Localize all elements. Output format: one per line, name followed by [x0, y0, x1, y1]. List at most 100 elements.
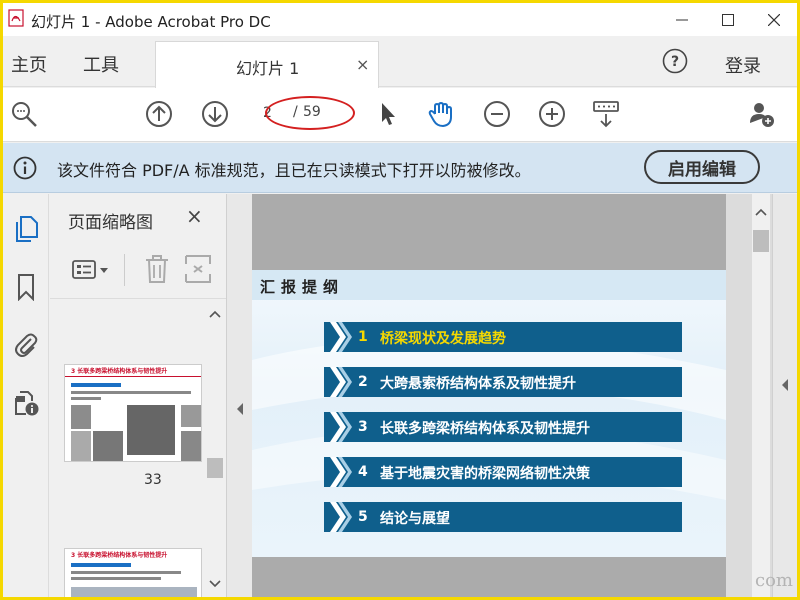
- enable-edit-button[interactable]: 启用编辑: [644, 150, 760, 184]
- outline-item-label: 长联多跨梁桥结构体系及韧性提升: [380, 421, 590, 437]
- chevron-up-icon[interactable]: [209, 310, 221, 318]
- close-icon: [768, 13, 780, 26]
- thumb-line: [71, 397, 101, 400]
- outline-item-number: 3: [358, 419, 368, 435]
- previous-page-button[interactable]: [144, 99, 174, 129]
- left-rail: [3, 194, 49, 597]
- copy-pages-icon: [16, 216, 38, 242]
- hand-icon: [428, 101, 452, 128]
- chevron-right-icon: [330, 502, 352, 532]
- chevron-right-icon: [330, 412, 352, 442]
- thumbnail-tools: [66, 250, 216, 290]
- chevron-up-icon[interactable]: [755, 208, 767, 216]
- hand-tool-button[interactable]: [426, 99, 456, 129]
- next-page-region: [252, 557, 726, 597]
- thumb-line: [71, 563, 131, 567]
- outline-item-2: 2 大跨悬索桥结构体系及韧性提升: [324, 367, 682, 397]
- outline-item-label: 结论与展望: [380, 511, 450, 527]
- previous-page-region: [252, 194, 726, 270]
- thumb-header-text: 3 长联多跨梁桥结构体系与韧性提升: [71, 368, 168, 375]
- minimize-button[interactable]: [659, 3, 705, 36]
- add-user-icon: [750, 103, 774, 127]
- watermark-text: com: [755, 570, 793, 591]
- chevron-right-icon: [330, 322, 352, 352]
- trash-icon[interactable]: [144, 254, 170, 284]
- zoom-in-button[interactable]: [537, 99, 567, 129]
- document-view: 汇报提纲 1 桥梁现状及发展趋势 2 大跨悬索桥结构体系及韧性提升 3 长联多跨…: [252, 194, 797, 597]
- outline-item-number: 5: [358, 509, 368, 525]
- outline-item-3: 3 长联多跨梁桥结构体系及韧性提升: [324, 412, 682, 442]
- zoom-search-button[interactable]: [9, 99, 39, 129]
- page-extract-icon[interactable]: [184, 254, 212, 284]
- thumb-photo: [71, 405, 91, 429]
- thumbnail-next-page[interactable]: 3 长联多跨梁桥结构体系与韧性提升: [64, 548, 202, 597]
- login-button[interactable]: 登录: [725, 52, 761, 78]
- pdf-app-icon: [8, 9, 24, 27]
- slide-outline: 汇报提纲 1 桥梁现状及发展趋势 2 大跨悬索桥结构体系及韧性提升 3 长联多跨…: [252, 270, 726, 557]
- title-bar: 幻灯片 1 - Adobe Acrobat Pro DC: [3, 3, 797, 36]
- page-canvas: 汇报提纲 1 桥梁现状及发展趋势 2 大跨悬索桥结构体系及韧性提升 3 长联多跨…: [252, 194, 726, 597]
- bookmarks-button[interactable]: [11, 272, 41, 302]
- zoom-out-button[interactable]: [482, 99, 512, 129]
- next-page-button[interactable]: [200, 99, 230, 129]
- document-scrollbar[interactable]: [752, 194, 770, 597]
- tools-menu[interactable]: 工具: [83, 51, 119, 77]
- paperclip-icon: [15, 333, 38, 357]
- outline-item-number: 1: [358, 329, 368, 345]
- thumbnail-options-icon[interactable]: [72, 258, 112, 282]
- attachments-button[interactable]: [11, 330, 41, 360]
- triangle-left-icon: [782, 379, 788, 391]
- home-menu[interactable]: 主页: [11, 51, 47, 77]
- minimize-icon: [676, 19, 688, 20]
- thumbnail-page-number: 33: [144, 472, 162, 488]
- thumbnail-page-33[interactable]: 3 长联多跨梁桥结构体系与韧性提升: [64, 364, 202, 462]
- select-tool-button[interactable]: [373, 99, 403, 129]
- tab-document[interactable]: 幻灯片 1 ×: [155, 41, 379, 88]
- thumbnails-scroll-thumb[interactable]: [207, 458, 223, 478]
- thumbnails-close-button[interactable]: ×: [186, 204, 203, 228]
- chevron-down-icon[interactable]: [209, 580, 221, 588]
- document-scroll-thumb[interactable]: [753, 230, 769, 252]
- document-info-icon: [15, 391, 39, 416]
- thumb-line: [71, 391, 191, 394]
- arrow-down-circle-icon: [202, 101, 228, 127]
- bookmark-icon: [18, 274, 34, 301]
- thumb-line: [71, 577, 161, 580]
- toolbar: / 59: [3, 88, 797, 142]
- collapse-left-panel[interactable]: [226, 194, 252, 597]
- outline-item-5: 5 结论与展望: [324, 502, 682, 532]
- outline-item-number: 2: [358, 374, 368, 390]
- outline-item-label: 大跨悬索桥结构体系及韧性提升: [380, 376, 576, 392]
- outline-item-4: 4 基于地震灾害的桥梁网络韧性决策: [324, 457, 682, 487]
- thumb-photo: [181, 405, 201, 427]
- add-user-button[interactable]: [747, 99, 777, 129]
- scroll-mode-button[interactable]: [591, 99, 621, 129]
- maximize-button[interactable]: [705, 3, 751, 36]
- acrobat-window: 幻灯片 1 - Adobe Acrobat Pro DC 主页 工具 幻灯片 1…: [3, 3, 797, 597]
- cursor-arrow-icon: [382, 103, 395, 125]
- document-info-button[interactable]: [11, 388, 41, 418]
- thumb-line: [71, 571, 181, 574]
- expand-right-panel[interactable]: [772, 194, 797, 597]
- plus-circle-icon: [539, 101, 565, 127]
- close-window-button[interactable]: [751, 3, 797, 36]
- outline-item-number: 4: [358, 464, 368, 480]
- page-thumbnails-button[interactable]: [11, 214, 41, 244]
- tool-divider: [124, 254, 125, 286]
- thumb-photo: [181, 431, 201, 461]
- maximize-icon: [722, 13, 734, 26]
- window-title: 幻灯片 1 - Adobe Acrobat Pro DC: [31, 13, 271, 31]
- outline-item-label: 桥梁现状及发展趋势: [380, 331, 506, 347]
- svg-text:?: ?: [671, 54, 679, 70]
- tab-close-button[interactable]: ×: [356, 55, 369, 74]
- slide-header: 汇报提纲: [252, 270, 726, 300]
- outline-item-label: 基于地震灾害的桥梁网络韧性决策: [380, 466, 590, 482]
- info-icon: [13, 156, 37, 180]
- thumbnails-scrollbar[interactable]: [206, 304, 224, 597]
- tab-document-label: 幻灯片 1: [236, 59, 300, 78]
- thumb-photo: [127, 405, 175, 455]
- red-annotation-ellipse: [265, 96, 355, 130]
- panel-divider: [50, 298, 226, 299]
- thumb-photo: [93, 431, 123, 461]
- help-icon[interactable]: ?: [662, 48, 688, 74]
